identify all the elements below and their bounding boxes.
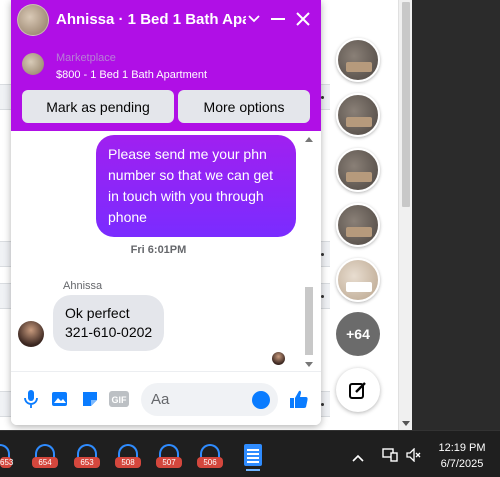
listing-thumbnail <box>22 53 44 75</box>
sender-name: Ahnissa <box>63 280 103 292</box>
sticker-icon[interactable] <box>79 388 101 410</box>
close-icon[interactable] <box>292 8 314 30</box>
message-list: Please send me your phn number so that w… <box>11 131 321 371</box>
taskbar-badge: 653 <box>0 457 14 468</box>
more-chats-button[interactable]: +64 <box>336 312 380 356</box>
outgoing-message: Please send me your phn number so that w… <box>96 135 296 237</box>
incoming-message: Ok perfect 321-610-0202 <box>53 295 165 351</box>
scroll-down-arrow-icon[interactable] <box>305 362 313 367</box>
chat-window: Ahnissa · 1 Bed 1 Bath Apa... Marketplac… <box>11 0 321 425</box>
contact-avatar[interactable] <box>17 4 49 36</box>
seen-indicator-avatar <box>272 352 285 365</box>
incoming-message-line: 321-610-0202 <box>65 324 153 340</box>
message-composer: GIF <box>11 371 321 425</box>
scroll-up-arrow-icon[interactable] <box>305 137 313 142</box>
chat-head-avatar[interactable] <box>336 93 380 137</box>
chevron-up-icon[interactable] <box>352 449 364 465</box>
taskbar-clock[interactable]: 12:19 PM 6/7/2025 <box>428 440 496 472</box>
microphone-icon[interactable] <box>20 388 42 410</box>
taskbar-badge: 653 <box>74 457 100 468</box>
svg-text:GIF: GIF <box>112 395 128 405</box>
taskbar-app-chrome[interactable]: 507 <box>156 442 182 468</box>
chat-title[interactable]: Ahnissa · 1 Bed 1 Bath Apa... <box>56 11 246 28</box>
chevron-down-icon[interactable] <box>243 8 265 30</box>
clock-date: 6/7/2025 <box>440 458 484 470</box>
photo-icon[interactable] <box>49 388 71 410</box>
taskbar-app-chrome[interactable]: 653 <box>74 442 100 468</box>
mark-as-pending-button[interactable]: Mark as pending <box>22 90 174 123</box>
page-scrollbar[interactable] <box>398 0 412 430</box>
emoji-icon[interactable] <box>252 391 270 409</box>
taskbar-badge: 654 <box>32 457 58 468</box>
minimize-icon[interactable] <box>267 8 289 30</box>
screen: +64 Ahnissa · 1 Bed 1 Bath Apa... Market… <box>0 0 500 477</box>
marketplace-label: Marketplace <box>56 52 116 64</box>
volume-muted-icon[interactable] <box>406 447 422 465</box>
taskbar-badge: 508 <box>115 457 141 468</box>
listing-title: $800 - 1 Bed 1 Bath Apartment <box>56 69 208 81</box>
compose-icon <box>349 382 366 399</box>
chat-head-avatar[interactable] <box>336 203 380 247</box>
taskbar-app-chrome[interactable]: 506 <box>197 442 223 468</box>
taskbar-app-chrome[interactable]: 653 <box>0 442 14 468</box>
message-scrollbar[interactable] <box>303 137 315 367</box>
incoming-message-line: Ok perfect <box>65 305 130 321</box>
taskbar-badge: 506 <box>197 457 223 468</box>
desktop-background <box>412 0 500 430</box>
page-scrollbar-thumb[interactable] <box>402 2 410 207</box>
chat-header: Ahnissa · 1 Bed 1 Bath Apa... Marketplac… <box>11 0 321 131</box>
gif-icon[interactable]: GIF <box>108 388 130 410</box>
taskbar-badge: 507 <box>156 457 182 468</box>
message-input-box[interactable] <box>141 383 278 416</box>
notepad-icon[interactable] <box>244 444 262 471</box>
message-timestamp: Fri 6:01PM <box>130 244 187 256</box>
scroll-down-arrow-icon[interactable] <box>402 421 410 426</box>
sender-avatar[interactable] <box>18 321 44 347</box>
taskbar-app-chrome[interactable]: 508 <box>115 442 141 468</box>
new-message-button[interactable] <box>336 368 380 412</box>
clock-time: 12:19 PM <box>438 442 486 454</box>
like-icon[interactable] <box>288 388 310 410</box>
message-scrollbar-thumb[interactable] <box>305 287 313 355</box>
chat-head-avatar[interactable] <box>336 258 380 302</box>
taskbar-app-chrome[interactable]: 654 <box>32 442 58 468</box>
chat-head-avatar[interactable] <box>336 38 380 82</box>
chat-head-avatar[interactable] <box>336 148 380 192</box>
more-options-button[interactable]: More options <box>178 90 310 123</box>
marketplace-listing[interactable]: Marketplace $800 - 1 Bed 1 Bath Apartmen… <box>11 44 321 88</box>
message-input[interactable] <box>151 383 246 416</box>
network-icon[interactable] <box>382 448 398 465</box>
